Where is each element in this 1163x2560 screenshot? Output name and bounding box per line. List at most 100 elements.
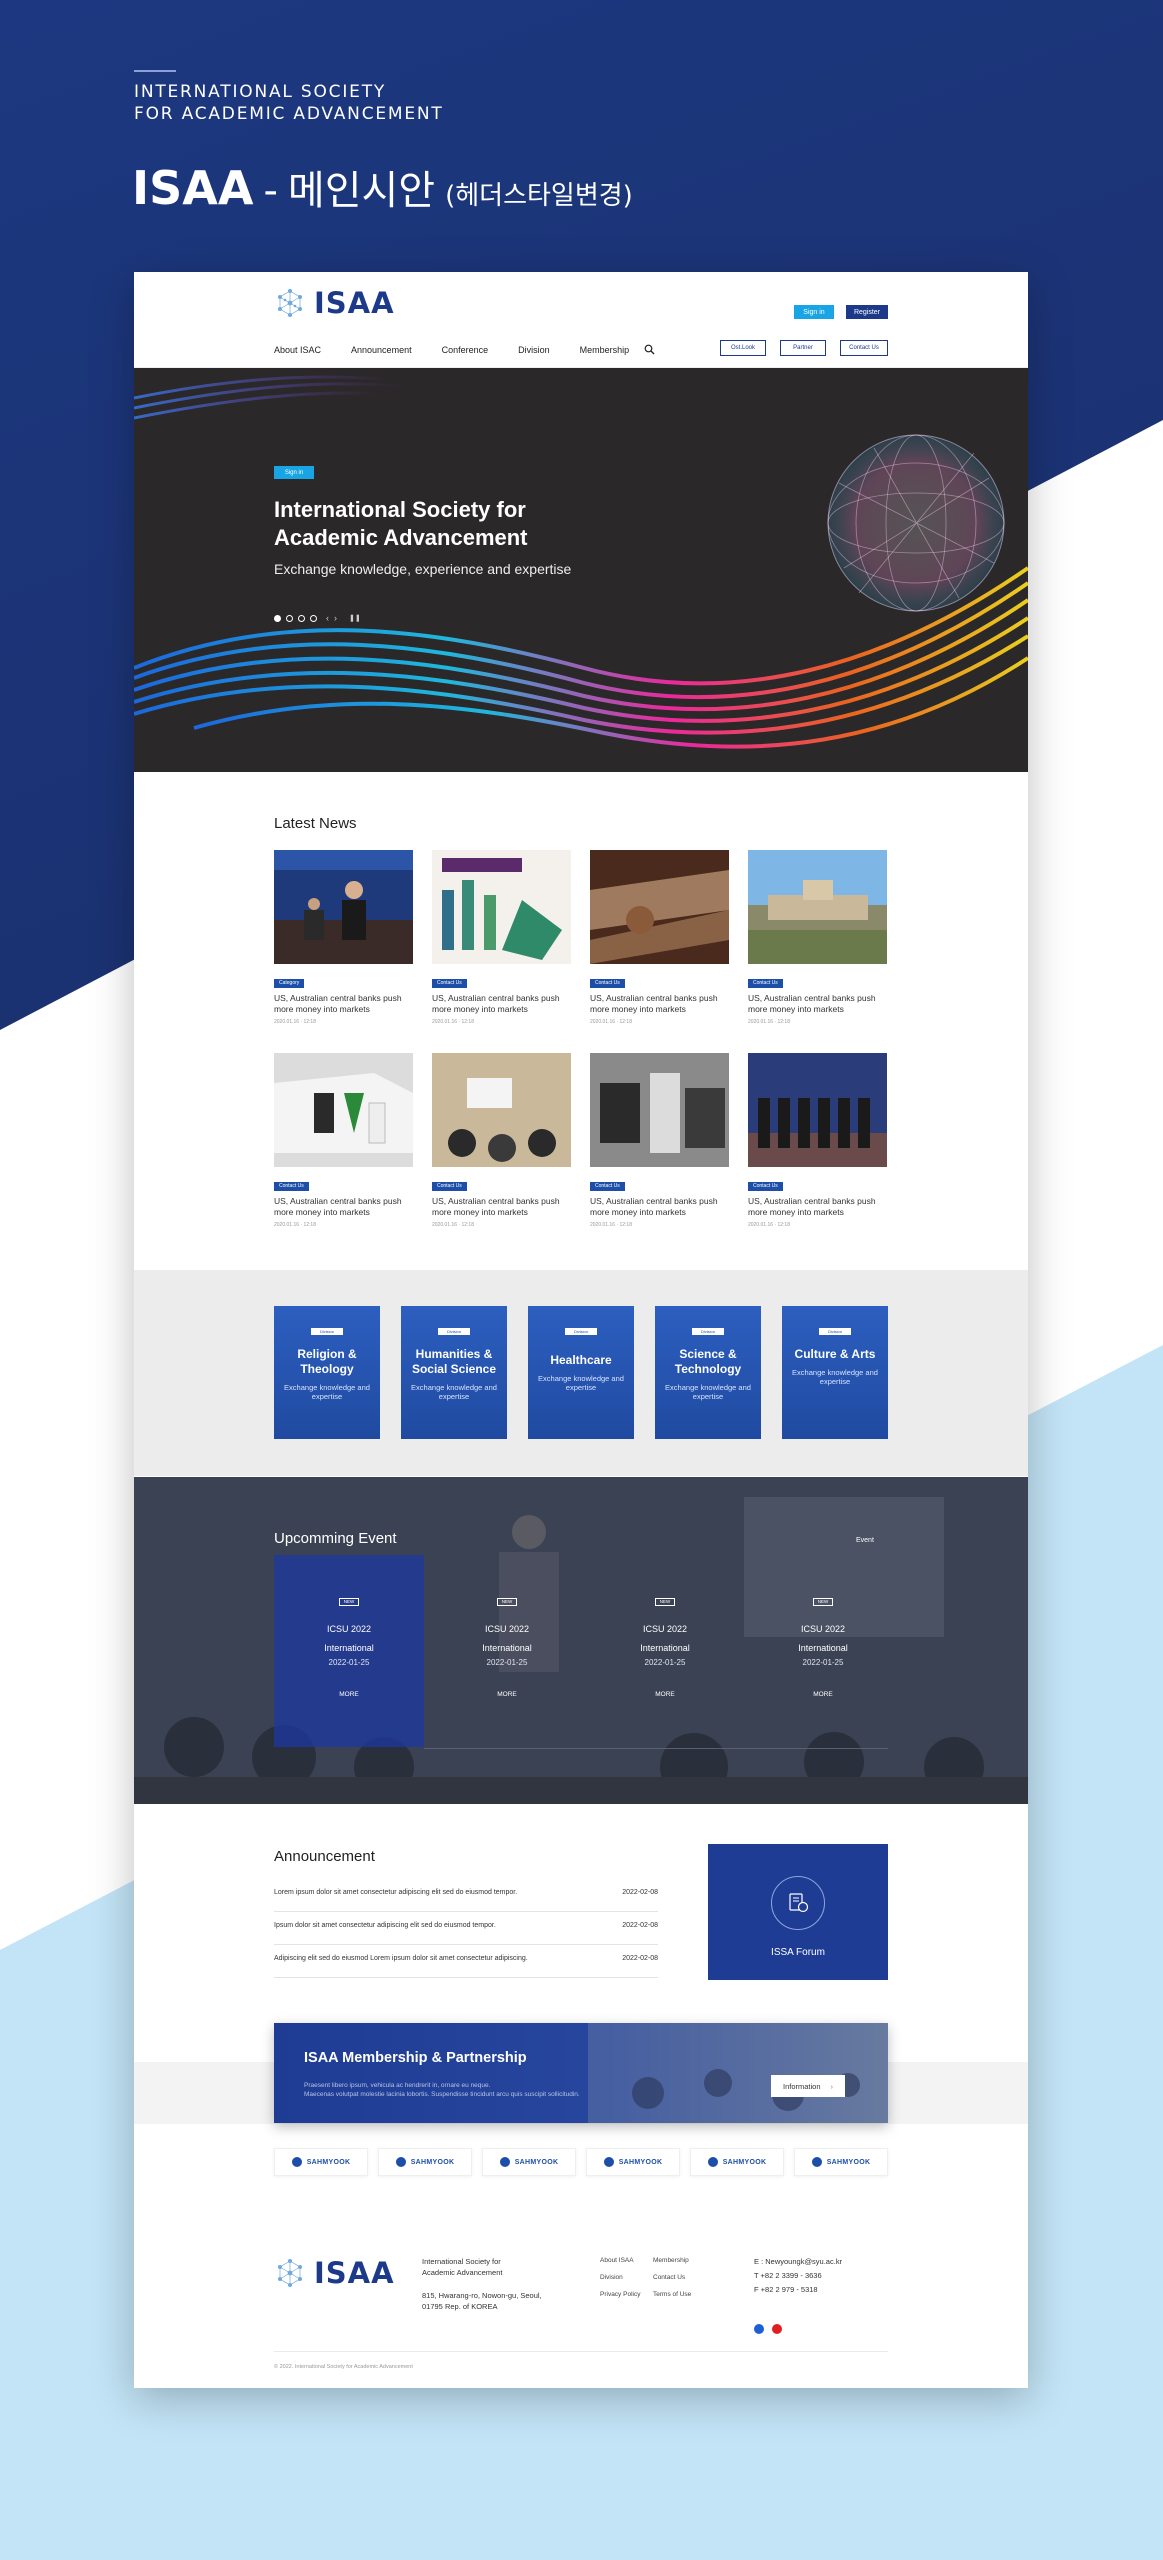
news-card[interactable]: Category US, Australian central banks pu… <box>274 850 413 1025</box>
partner-logo[interactable]: SAHMYOOK <box>794 2148 888 2176</box>
announcement-row[interactable]: Lorem ipsum dolor sit amet consectetur a… <box>274 1879 658 1912</box>
news-title[interactable]: US, Australian central banks push more m… <box>274 993 413 1015</box>
news-badge: Contact Us <box>590 1182 625 1191</box>
event-card[interactable]: NEW ICSU 2022 International 2022-01-25 MO… <box>432 1555 582 1747</box>
news-badge: Category <box>274 979 305 988</box>
footer-link-about[interactable]: About ISAA <box>600 2257 634 2264</box>
partner-logo[interactable]: SAHMYOOK <box>482 2148 576 2176</box>
division-card-science[interactable]: Division Science & Technology Exchange k… <box>655 1306 761 1439</box>
prev-icon[interactable]: ‹ <box>326 613 329 623</box>
facebook-icon[interactable] <box>754 2324 764 2334</box>
slide-dot-1[interactable] <box>274 614 281 622</box>
announcement-text: Lorem ipsum dolor sit amet consectetur a… <box>274 1889 518 1896</box>
partner-logo[interactable]: SAHMYOOK <box>586 2148 680 2176</box>
news-badge: Contact Us <box>748 1182 783 1191</box>
division-sub: Exchange knowledge and expertise <box>665 1383 751 1401</box>
division-card-humanities[interactable]: Division Humanities & Social Science Exc… <box>401 1306 507 1439</box>
division-title: Culture & Arts <box>794 1347 876 1361</box>
event-badge: NEW <box>497 1598 517 1606</box>
division-sub: Exchange knowledge and expertise <box>538 1374 624 1392</box>
news-card[interactable]: Contact Us US, Australian central banks … <box>590 1053 729 1228</box>
announcement-row[interactable]: Ipsum dolor sit amet consectetur adipisc… <box>274 1912 658 1945</box>
presentation-title: ISAA - 메인시안 (헤더스타일변경) <box>132 158 633 216</box>
event-more-button[interactable]: MORE <box>590 1691 740 1698</box>
outline-button-partner[interactable]: Partner <box>780 340 826 356</box>
announcement-row[interactable]: Adipiscing elit sed do eiusmod Lorem ips… <box>274 1945 658 1978</box>
nav-conference[interactable]: Conference <box>442 345 489 355</box>
news-title[interactable]: US, Australian central banks push more m… <box>432 1196 571 1218</box>
partner-mark-icon <box>707 2157 718 2167</box>
division-tag: Division <box>311 1328 343 1335</box>
site-footer: ISAA International Society for Academic A… <box>134 2219 1028 2388</box>
event-more-button[interactable]: MORE <box>748 1691 898 1698</box>
announcement-date: 2022-02-08 <box>622 1889 658 1896</box>
news-card[interactable]: Contact Us US, Australian central banks … <box>432 1053 571 1228</box>
hero-pill-button[interactable]: Sign in <box>274 466 314 479</box>
event-card[interactable]: NEW ICSU 2022 International 2022-01-25 MO… <box>274 1555 424 1747</box>
membership-description: Praesent libero ipsum, vehicula ac hendr… <box>304 2082 580 2098</box>
footer-link-contact[interactable]: Contact Us <box>653 2274 685 2281</box>
title-dash: - <box>263 168 278 214</box>
outline-button-contact[interactable]: Contact Us <box>840 340 888 356</box>
outline-button-look[interactable]: Ost.Look <box>720 340 766 356</box>
footer-logo[interactable]: ISAA <box>274 2256 395 2290</box>
pause-icon[interactable]: ❚❚ <box>349 614 361 622</box>
news-card[interactable]: Contact Us US, Australian central banks … <box>590 850 729 1025</box>
event-more-button[interactable]: MORE <box>432 1691 582 1698</box>
partner-logo[interactable]: SAHMYOOK <box>690 2148 784 2176</box>
footer-link-division[interactable]: Division <box>600 2274 623 2281</box>
news-image <box>748 850 887 964</box>
nav-division[interactable]: Division <box>518 345 550 355</box>
event-card[interactable]: NEW ICSU 2022 International 2022-01-25 MO… <box>748 1555 898 1747</box>
announcement-text: Ipsum dolor sit amet consectetur adipisc… <box>274 1922 496 1929</box>
news-title[interactable]: US, Australian central banks push more m… <box>748 993 887 1015</box>
announcement-text: Adipiscing elit sed do eiusmod Lorem ips… <box>274 1955 528 1962</box>
slide-dot-2[interactable] <box>286 614 293 622</box>
event-more-button[interactable]: MORE <box>274 1691 424 1698</box>
site-header: ISAA Sign in Register About ISAC Announc… <box>134 272 1028 368</box>
footer-link-privacy[interactable]: Privacy Policy <box>600 2291 640 2298</box>
division-tag: Division <box>692 1328 724 1335</box>
news-card[interactable]: Contact Us US, Australian central banks … <box>432 850 571 1025</box>
news-title[interactable]: US, Australian central banks push more m… <box>274 1196 413 1218</box>
nav-membership[interactable]: Membership <box>580 345 630 355</box>
footer-address: 815, Hwarang-ro, Nowon-gu, Seoul, 01795 R… <box>422 2291 542 2311</box>
footer-link-membership[interactable]: Membership <box>653 2257 689 2264</box>
partner-logo[interactable]: SAHMYOOK <box>274 2148 368 2176</box>
news-card[interactable]: Contact Us US, Australian central banks … <box>748 850 887 1025</box>
news-card[interactable]: Contact Us US, Australian central banks … <box>748 1053 887 1228</box>
site-logo[interactable]: ISAA <box>274 286 395 320</box>
announcement-title: Announcement <box>274 1848 375 1865</box>
partner-logo[interactable]: SAHMYOOK <box>378 2148 472 2176</box>
next-icon[interactable]: › <box>334 613 337 623</box>
news-title[interactable]: US, Australian central banks push more m… <box>590 1196 729 1218</box>
register-button[interactable]: Register <box>846 305 888 319</box>
news-title[interactable]: US, Australian central banks push more m… <box>432 993 571 1015</box>
search-icon[interactable] <box>644 344 655 355</box>
events-section: Upcomming Event Event NEW ICSU 2022 Inter… <box>134 1477 1028 1804</box>
signin-button[interactable]: Sign in <box>794 305 834 319</box>
youtube-icon[interactable] <box>772 2324 782 2334</box>
news-image <box>432 1053 571 1167</box>
division-card-religion[interactable]: Division Religion & Theology Exchange kn… <box>274 1306 380 1439</box>
division-tag: Division <box>819 1328 851 1335</box>
event-badge: NEW <box>339 1598 359 1606</box>
information-button[interactable]: Information › <box>771 2075 845 2097</box>
title-note: (헤더스타일변경) <box>445 181 633 211</box>
slide-dot-3[interactable] <box>298 614 305 622</box>
event-card[interactable]: NEW ICSU 2022 International 2022-01-25 MO… <box>590 1555 740 1747</box>
slide-dot-4[interactable] <box>310 614 317 622</box>
forum-card[interactable]: ISSA Forum <box>708 1844 888 1980</box>
nav-announcement[interactable]: Announcement <box>351 345 412 355</box>
news-title[interactable]: US, Australian central banks push more m… <box>590 993 729 1015</box>
news-title[interactable]: US, Australian central banks push more m… <box>748 1196 887 1218</box>
partner-mark-icon <box>499 2157 510 2167</box>
news-date: 2020.01.16 · 12:18 <box>590 1019 632 1025</box>
news-card[interactable]: Contact Us US, Australian central banks … <box>274 1053 413 1228</box>
nav-about[interactable]: About ISAC <box>274 345 321 355</box>
events-more-link[interactable]: Event <box>856 1537 874 1544</box>
footer-link-terms[interactable]: Terms of Use <box>653 2291 691 2298</box>
division-card-healthcare[interactable]: Division Healthcare Exchange knowledge a… <box>528 1306 634 1439</box>
footer-tel: T +82 2 3399 - 3636 <box>754 2271 822 2280</box>
division-card-culture[interactable]: Division Culture & Arts Exchange knowled… <box>782 1306 888 1439</box>
